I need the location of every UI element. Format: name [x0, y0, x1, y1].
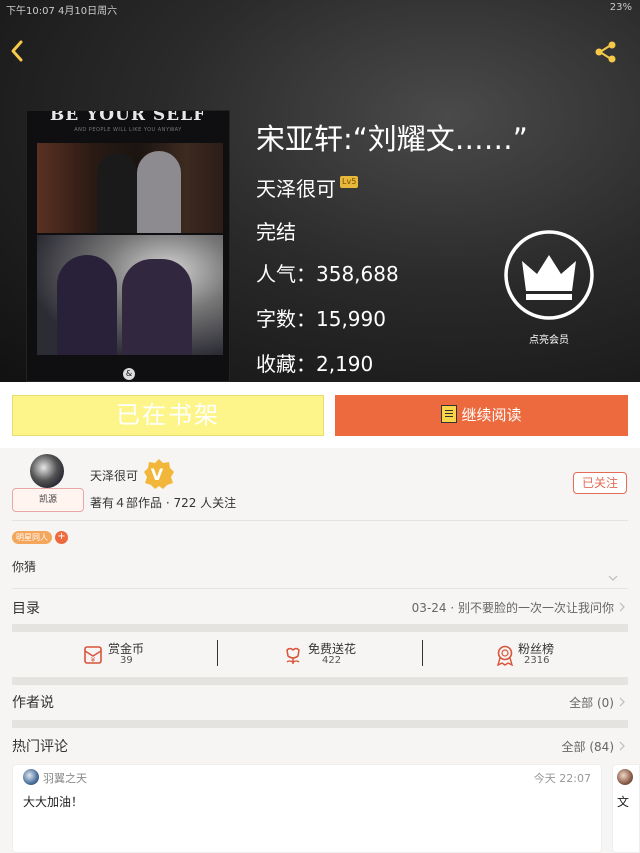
status-time: 下午10:07 4月10日周六 — [6, 6, 118, 17]
cover-logo: & — [123, 368, 135, 380]
book-cover[interactable]: BE YOUR SELF AND PEOPLE WILL LIKE YOU AN… — [26, 110, 230, 382]
comment-text: 文 — [617, 795, 630, 809]
chevron-right-icon — [619, 697, 625, 707]
tag-list: 明星同人 + — [12, 531, 68, 545]
crown-icon — [504, 230, 594, 320]
verified-v-mark: V — [151, 465, 164, 484]
book-icon — [441, 405, 458, 423]
add-tag-button[interactable]: + — [55, 531, 68, 544]
catalog-row[interactable]: 目录 03-24 · 别不要脸的一次一次让我问你 — [0, 596, 640, 620]
book-word-count: 字数：15,990 — [256, 307, 386, 331]
stats-separator — [422, 640, 423, 666]
coin-envelope-icon: ¥ — [84, 646, 102, 664]
catalog-latest: 03-24 · 别不要脸的一次一次让我问你 — [411, 601, 614, 615]
followed-button[interactable]: 已关注 — [573, 472, 627, 494]
author-says-count: 全部 (0) — [569, 696, 614, 710]
author-name[interactable]: 天泽很可 — [90, 467, 138, 484]
cover-photo-top — [37, 143, 223, 233]
back-button[interactable] — [6, 36, 30, 66]
comment-card[interactable]: 羽翼之天 今天 22:07 大大加油！ — [12, 764, 602, 853]
section-divider — [12, 624, 628, 632]
cover-title: BE YOUR SELF — [49, 110, 207, 125]
comment-text: 大大加油！ — [23, 795, 84, 809]
stats-bar: ¥ 赏金币 39 免费送花 422 粉丝榜 2316 — [0, 636, 640, 676]
chevron-down-icon[interactable] — [608, 574, 618, 582]
share-icon — [595, 41, 616, 63]
book-header: 下午10:07 4月10日周六 23% BE YOUR SELF AND PEO… — [0, 0, 640, 382]
continue-reading-label: 继续阅读 — [461, 406, 522, 424]
hot-comments-row[interactable]: 热门评论 全部 (84) — [0, 734, 640, 758]
coin-value: 39 — [120, 655, 133, 666]
fans-ranking-button[interactable]: 粉丝榜 2316 — [492, 636, 640, 676]
share-button[interactable] — [594, 40, 618, 64]
divider — [12, 588, 628, 589]
medal-icon — [496, 645, 514, 666]
hot-comments-label: 热门评论 — [12, 739, 68, 755]
book-popularity: 人气：358,688 — [256, 262, 399, 286]
vip-label: 点亮会员 — [529, 335, 569, 346]
book-status: 完结 — [256, 220, 296, 244]
comment-card[interactable]: 文 — [612, 764, 640, 853]
in-shelf-button[interactable]: 已在书架 — [12, 395, 324, 436]
cover-photo-bottom — [37, 235, 223, 355]
fans-value: 2316 — [524, 655, 550, 666]
action-bar: 已在书架 继续阅读 — [0, 382, 640, 448]
stats-separator — [217, 640, 218, 666]
book-title: 宋亚轩:“刘耀文……” — [256, 122, 528, 156]
comment-author[interactable]: 羽翼之天 — [43, 770, 87, 786]
author-says-label: 作者说 — [12, 695, 54, 711]
author-card[interactable]: 凯源 天泽很可 V 著有４部作品 · 722 人关注 已关注 — [0, 448, 640, 520]
avatar[interactable] — [23, 769, 39, 785]
avatar-tag: 凯源 — [12, 488, 84, 512]
avatar[interactable] — [30, 454, 64, 488]
book-favorites: 收藏：2,190 — [256, 352, 374, 376]
continue-reading-button[interactable]: 继续阅读 — [335, 395, 628, 436]
book-intro[interactable]: 你猜 — [12, 558, 36, 575]
author-meta: 著有４部作品 · 722 人关注 — [90, 496, 237, 510]
status-bar: 下午10:07 4月10日周六 23% — [0, 0, 640, 17]
chevron-left-icon — [11, 40, 23, 62]
svg-text:¥: ¥ — [91, 656, 96, 664]
vip-button[interactable]: 点亮会员 — [500, 229, 598, 346]
author-level-badge: Lv5 — [340, 176, 359, 188]
hot-comments-count: 全部 (84) — [561, 740, 614, 754]
flower-icon — [286, 647, 300, 664]
book-author[interactable]: 天泽很可 Lv5 — [256, 173, 359, 202]
chevron-right-icon — [619, 602, 625, 612]
reward-coin-button[interactable]: ¥ 赏金币 39 — [80, 636, 280, 676]
verified-v-icon: V — [144, 459, 174, 489]
section-divider — [12, 677, 628, 685]
avatar[interactable] — [617, 769, 633, 785]
flower-value: 422 — [322, 655, 342, 666]
send-flower-button[interactable]: 免费送花 422 — [280, 636, 480, 676]
tag-pill[interactable]: 明星同人 — [12, 531, 52, 544]
battery-status: 23% — [609, 2, 632, 13]
chevron-right-icon — [619, 741, 625, 751]
divider — [12, 520, 628, 521]
catalog-label: 目录 — [12, 601, 40, 617]
book-author-name: 天泽很可 — [256, 177, 336, 201]
author-says-row[interactable]: 作者说 全部 (0) — [0, 690, 640, 714]
cover-subtitle: AND PEOPLE WILL LIKE YOU ANYWAY — [74, 127, 182, 133]
section-divider — [12, 720, 628, 728]
comment-time: 今天 22:07 — [533, 772, 591, 785]
